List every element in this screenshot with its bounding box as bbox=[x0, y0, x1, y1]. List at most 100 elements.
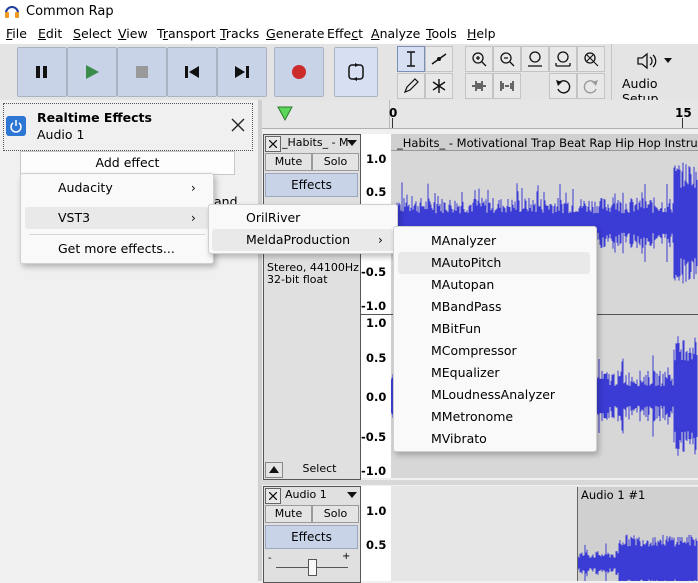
stop-button[interactable] bbox=[117, 47, 167, 97]
scale-label: 1.0 bbox=[366, 316, 387, 330]
fit-project-button[interactable] bbox=[549, 46, 577, 72]
title-bar: Common Rap bbox=[0, 0, 698, 24]
track1-solo-button[interactable]: Solo bbox=[312, 153, 359, 171]
menu-generate[interactable]: Generate bbox=[266, 26, 324, 41]
track1-mute-button[interactable]: Mute bbox=[265, 153, 312, 171]
track1-vertical-scale[interactable]: 1.0 0.5 -0.5 -1.0 1.0 0.5 0.0 -0.5 -1.0 bbox=[360, 134, 391, 478]
zoom-toggle-button[interactable] bbox=[577, 46, 605, 72]
menu-help[interactable]: Help bbox=[467, 26, 496, 41]
menu-item-mbitfun[interactable]: MBitFun bbox=[394, 318, 594, 340]
menu-item-mequalizer[interactable]: MEqualizer bbox=[394, 362, 594, 384]
window-title: Common Rap bbox=[26, 4, 114, 19]
menu-tracks[interactable]: Tracks bbox=[220, 26, 259, 41]
gain-plus-icon: + bbox=[342, 551, 351, 562]
skip-to-start-button[interactable] bbox=[167, 47, 217, 97]
scale-label: -1.0 bbox=[361, 299, 387, 313]
draw-tool[interactable] bbox=[397, 73, 425, 99]
track1-dropdown-icon[interactable] bbox=[347, 140, 357, 146]
pause-button[interactable] bbox=[17, 47, 67, 97]
loop-button[interactable] bbox=[334, 47, 378, 97]
chevron-right-icon: › bbox=[378, 233, 383, 247]
menu-file[interactable]: File bbox=[6, 26, 27, 41]
redo-button[interactable] bbox=[577, 73, 605, 99]
channel-divider bbox=[361, 314, 391, 315]
skip-to-end-button[interactable] bbox=[217, 47, 267, 97]
audio-setup-button[interactable]: Audio Setup bbox=[616, 46, 694, 106]
track2-dropdown-icon[interactable] bbox=[347, 492, 357, 498]
track2-mute-button[interactable]: Mute bbox=[265, 505, 312, 523]
selection-tool[interactable] bbox=[397, 46, 425, 72]
silence-audio-button[interactable] bbox=[493, 73, 521, 99]
play-icon bbox=[86, 65, 99, 79]
track2-solo-button[interactable]: Solo bbox=[312, 505, 359, 523]
ruler-mark-label: 15 bbox=[675, 106, 692, 120]
power-icon bbox=[10, 120, 22, 133]
menu-bar: File Edit Select View Transport Tracks G… bbox=[0, 24, 698, 44]
menu-tools[interactable]: Tools bbox=[426, 26, 457, 41]
scale-label: 0.5 bbox=[366, 185, 387, 199]
envelope-tool[interactable] bbox=[425, 46, 453, 72]
record-icon bbox=[292, 65, 306, 79]
pencil-icon bbox=[403, 78, 419, 94]
scale-label: -0.5 bbox=[361, 265, 387, 279]
menu-item-vst3[interactable]: VST3 › bbox=[25, 207, 209, 229]
ruler-tick bbox=[682, 118, 683, 128]
menu-item-get-more-effects[interactable]: Get more effects... bbox=[21, 238, 213, 260]
menu-effect[interactable]: Effect bbox=[327, 26, 363, 41]
menu-item-mautopan[interactable]: MAutopan bbox=[394, 274, 594, 296]
track1-effects-button[interactable]: Effects bbox=[265, 173, 358, 197]
meldaproduction-submenu: MAnalyzer MAutoPitch MAutopan MBandPass MBit… bbox=[393, 226, 597, 452]
menu-item-meldaproduction[interactable]: MeldaProduction › bbox=[212, 229, 394, 251]
timeline-ruler[interactable]: 0 15 bbox=[262, 100, 698, 129]
menu-analyze[interactable]: Analyze bbox=[371, 26, 420, 41]
undo-button[interactable] bbox=[549, 73, 577, 99]
track1-collapse-button[interactable] bbox=[265, 462, 283, 478]
zoom-in-button[interactable] bbox=[465, 46, 493, 72]
menu-transport[interactable]: Transport bbox=[157, 26, 216, 41]
track2-effects-button[interactable]: Effects bbox=[265, 525, 358, 549]
zoom-out-button[interactable] bbox=[493, 46, 521, 72]
multi-tool[interactable] bbox=[425, 73, 453, 99]
realtime-effects-track: Audio 1 bbox=[37, 127, 85, 142]
menu-item-mbandpass[interactable]: MBandPass bbox=[394, 296, 594, 318]
fit-selection-button[interactable] bbox=[521, 46, 549, 72]
close-icon[interactable] bbox=[231, 118, 245, 132]
menu-item-mmetronome[interactable]: MMetronome bbox=[394, 406, 594, 428]
add-effect-button[interactable]: Add effect bbox=[20, 151, 235, 175]
menu-view[interactable]: View bbox=[118, 26, 148, 41]
play-head-icon[interactable] bbox=[277, 106, 293, 122]
track1-clip-title: _Habits_ - Motivational Trap Beat Rap Hi… bbox=[397, 136, 697, 150]
panel-splitter[interactable] bbox=[258, 100, 262, 581]
play-button[interactable] bbox=[67, 47, 117, 97]
gain-slider-thumb[interactable] bbox=[308, 559, 317, 576]
stop-icon bbox=[136, 66, 148, 78]
add-effect-menu: Audacity › VST3 › Get more effects... bbox=[20, 173, 214, 264]
scale-label: 0.5 bbox=[366, 351, 387, 365]
realtime-effects-title: Realtime Effects bbox=[37, 110, 152, 125]
menu-edit[interactable]: Edit bbox=[38, 26, 62, 41]
menu-item-audacity[interactable]: Audacity › bbox=[21, 177, 213, 199]
menu-select[interactable]: Select bbox=[73, 26, 112, 41]
close-icon bbox=[269, 140, 277, 148]
scale-label: -1.0 bbox=[361, 464, 387, 478]
effects-power-button[interactable] bbox=[6, 116, 26, 136]
zoom-fit-icon bbox=[555, 51, 571, 67]
menu-item-mvibrato[interactable]: MVibrato bbox=[394, 428, 594, 450]
trim-icon bbox=[472, 81, 486, 91]
ruler-tick bbox=[392, 118, 393, 128]
dropdown-arrow-icon bbox=[664, 58, 672, 63]
menu-item-orilriver[interactable]: OrilRiver bbox=[209, 207, 397, 229]
track2-clip-area[interactable]: Audio 1 #1 bbox=[391, 486, 698, 581]
trim-audio-button[interactable] bbox=[465, 73, 493, 99]
menu-item-manalyzer[interactable]: MAnalyzer bbox=[394, 230, 594, 252]
track2-name[interactable]: Audio 1 bbox=[285, 488, 327, 501]
menu-item-mcompressor[interactable]: MCompressor bbox=[394, 340, 594, 362]
gain-minus-icon: - bbox=[268, 553, 272, 564]
menu-item-mloudnessanalyzer[interactable]: MLoudnessAnalyzer bbox=[394, 384, 594, 406]
track1-close-button[interactable] bbox=[265, 136, 281, 152]
track1-select-button[interactable]: Select bbox=[283, 461, 356, 477]
track2-close-button[interactable] bbox=[265, 488, 281, 504]
menu-item-mautopitch[interactable]: MAutoPitch bbox=[398, 252, 590, 274]
record-button[interactable] bbox=[274, 47, 324, 97]
track2-vertical-scale[interactable]: 1.0 0.5 bbox=[360, 486, 391, 581]
